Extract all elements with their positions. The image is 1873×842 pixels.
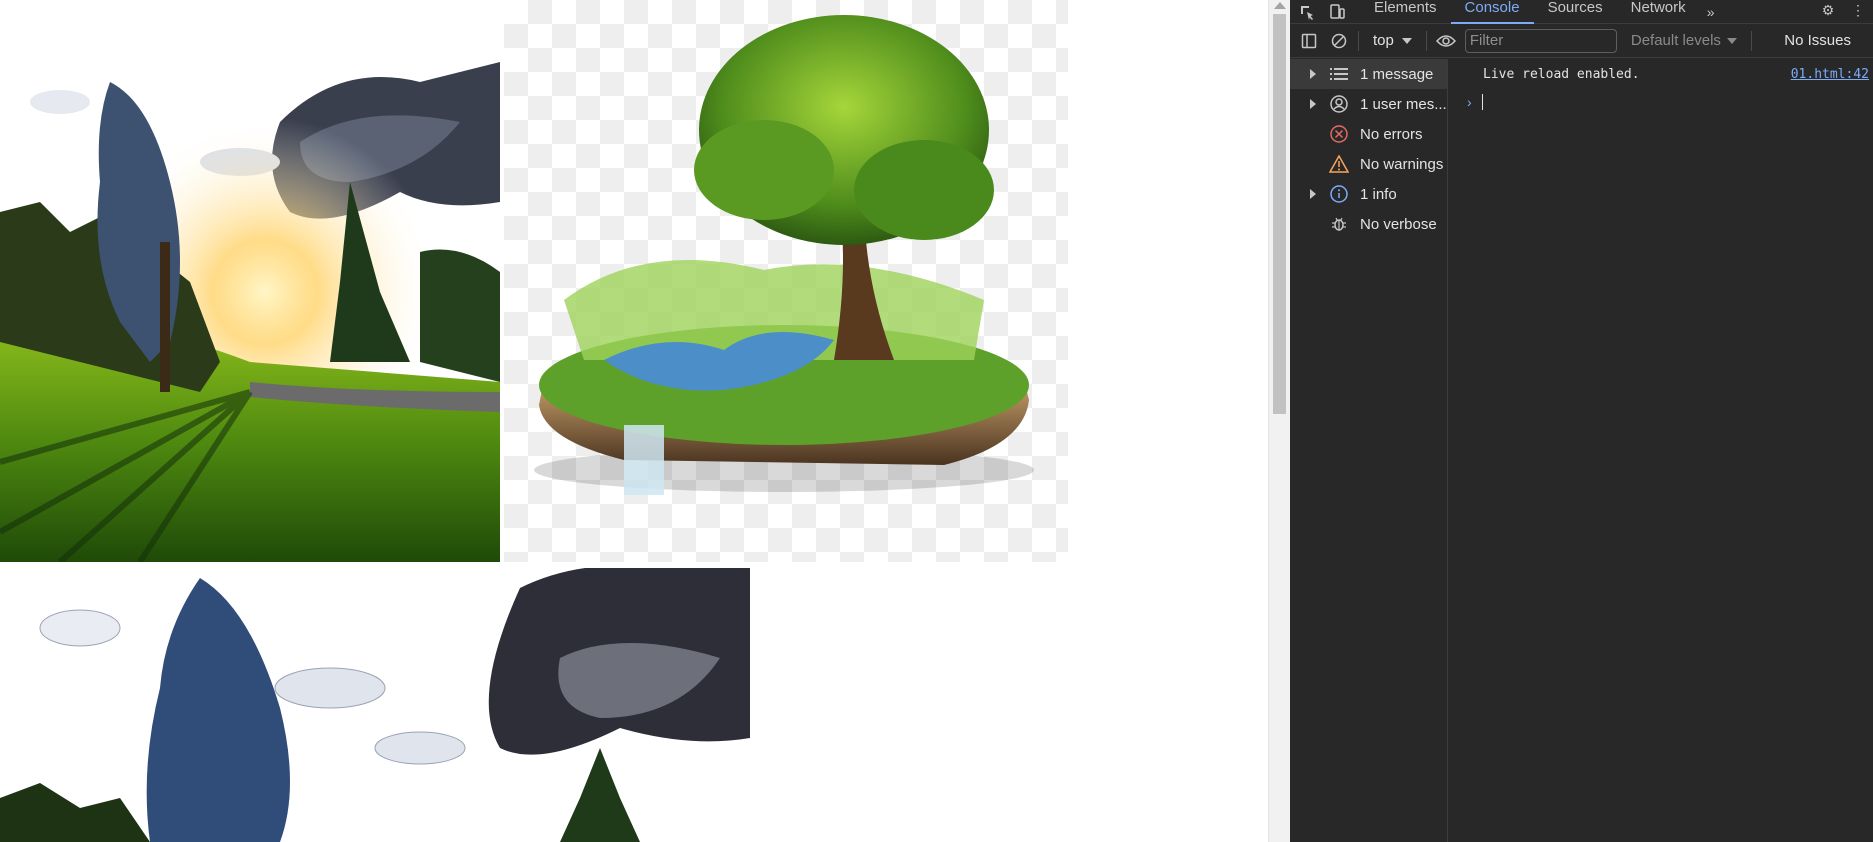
devtools-panel: Elements Console Sources Network » ⚙ ⋮ t… xyxy=(1290,0,1873,842)
console-message-text: Live reload enabled. xyxy=(1483,66,1640,82)
console-prompt[interactable]: › xyxy=(1449,89,1873,115)
scrollbar-thumb[interactable] xyxy=(1273,14,1286,414)
sidebar-item-warnings[interactable]: No warnings xyxy=(1290,149,1447,179)
console-message: Live reload enabled. 01.html:42 xyxy=(1449,59,1873,89)
sidebar-item-errors[interactable]: No errors xyxy=(1290,119,1447,149)
tab-console[interactable]: Console xyxy=(1450,0,1534,24)
toolbar-divider xyxy=(1358,30,1359,51)
page-scrollbar[interactable] xyxy=(1268,0,1290,842)
expand-triangle-icon[interactable] xyxy=(1310,69,1316,79)
sidebar-item-label: No errors xyxy=(1360,125,1423,143)
sidebar-item-info[interactable]: 1 info xyxy=(1290,179,1447,209)
context-label: top xyxy=(1373,32,1394,49)
caret-down-icon xyxy=(1401,37,1412,44)
devtools-tab-bar: Elements Console Sources Network » ⚙ ⋮ xyxy=(1290,0,1873,24)
inspect-element-icon[interactable] xyxy=(1296,2,1318,22)
sidebar-item-label: 1 info xyxy=(1360,185,1397,203)
park-sunset-photo-filtered xyxy=(0,568,750,842)
text-cursor xyxy=(1481,94,1483,110)
toolbar-divider xyxy=(1750,30,1752,51)
log-levels-label: Default levels xyxy=(1630,32,1721,49)
expand-triangle-icon[interactable] xyxy=(1310,189,1316,199)
console-sidebar: 1 message 1 user mes... No errors No war… xyxy=(1290,59,1448,842)
filter-input[interactable] xyxy=(1464,28,1617,53)
list-icon xyxy=(1328,67,1350,81)
more-tabs-chevron-icon[interactable]: » xyxy=(1700,2,1722,22)
live-expression-eye-icon[interactable] xyxy=(1435,31,1457,51)
console-message-source-link[interactable]: 01.html:42 xyxy=(1791,67,1869,82)
toolbar-divider xyxy=(1425,30,1427,51)
console-toolbar: top Default levels No Issues xyxy=(1290,24,1873,58)
floating-island-tree-image xyxy=(504,0,1068,562)
tab-sources[interactable]: Sources xyxy=(1534,0,1617,24)
console-output[interactable]: Live reload enabled. 01.html:42 › xyxy=(1449,59,1873,842)
park-sunset-photo xyxy=(0,62,500,562)
info-icon xyxy=(1328,185,1350,203)
bug-icon xyxy=(1328,215,1350,233)
sidebar-item-messages[interactable]: 1 message xyxy=(1290,59,1447,89)
warning-icon xyxy=(1328,155,1350,173)
expand-triangle-icon[interactable] xyxy=(1310,99,1316,109)
settings-gear-icon[interactable]: ⚙ xyxy=(1817,0,1839,20)
caret-down-icon xyxy=(1726,37,1737,44)
sidebar-item-label: No verbose xyxy=(1360,215,1437,233)
error-icon xyxy=(1328,125,1350,143)
sidebar-item-user-messages[interactable]: 1 user mes... xyxy=(1290,89,1447,119)
sidebar-item-verbose[interactable]: No verbose xyxy=(1290,209,1447,239)
user-icon xyxy=(1328,95,1350,113)
page-viewport xyxy=(0,0,1268,842)
sidebar-toggle-icon[interactable] xyxy=(1298,31,1320,51)
issues-button[interactable]: No Issues xyxy=(1784,32,1851,49)
sidebar-item-label: 1 message xyxy=(1360,65,1434,83)
clear-console-icon[interactable] xyxy=(1328,31,1350,51)
context-selector[interactable]: top xyxy=(1367,32,1418,49)
log-levels-dropdown[interactable]: Default levels xyxy=(1625,32,1743,49)
sidebar-item-label: 1 user mes... xyxy=(1360,95,1447,113)
prompt-chevron-icon: › xyxy=(1467,94,1472,110)
device-toolbar-icon[interactable] xyxy=(1326,2,1348,22)
more-options-icon[interactable]: ⋮ xyxy=(1847,0,1869,20)
sidebar-item-label: No warnings xyxy=(1360,155,1444,173)
tab-network[interactable]: Network xyxy=(1617,0,1700,24)
tab-elements[interactable]: Elements xyxy=(1360,0,1451,24)
scroll-up-arrow-icon[interactable] xyxy=(1274,2,1286,9)
